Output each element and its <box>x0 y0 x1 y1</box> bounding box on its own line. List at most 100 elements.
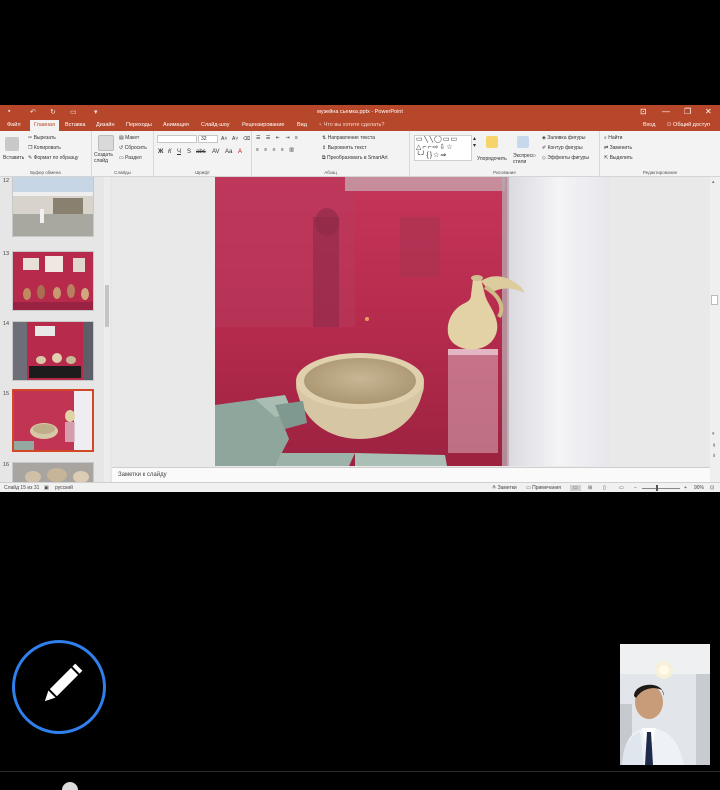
bullets-icon[interactable]: ☰ ☰ ⇤ ⇥ ≡ <box>256 135 300 141</box>
replace-button[interactable]: ⇄ Заменить <box>604 145 632 151</box>
tab-file[interactable]: Файл <box>7 122 21 128</box>
slide-thumbnail-14[interactable] <box>12 321 94 381</box>
cut-button[interactable]: ✂ Вырезать <box>28 135 56 141</box>
shrink-font-icon[interactable]: A˅ <box>232 136 238 142</box>
quick-styles-button[interactable]: Экспресс-стили <box>513 153 539 165</box>
slide-sorter-icon[interactable]: ⊞ <box>588 485 592 491</box>
slideshow-view-icon[interactable]: ▭ <box>619 485 624 491</box>
minimize-button[interactable]: — <box>662 107 670 116</box>
tab-design[interactable]: Дизайн <box>96 122 115 128</box>
quick-styles-icon[interactable] <box>517 136 529 148</box>
annotate-pencil-button[interactable] <box>12 640 106 734</box>
shape-effects-button[interactable]: ◇ Эффекты фигуры <box>542 155 589 161</box>
shape-outline-button[interactable]: ✐ Контур фигуры <box>542 145 583 151</box>
slide-thumbnail-15-selected[interactable] <box>12 389 94 452</box>
section-button[interactable]: ▭ Раздел <box>119 155 142 161</box>
zoom-out-icon[interactable]: − <box>634 485 637 491</box>
comments-toggle-button[interactable]: ▭ Примечания <box>526 485 561 491</box>
tab-view[interactable]: Вид <box>297 122 307 128</box>
signin-link[interactable]: Вход <box>643 122 655 128</box>
thumbnails-scroll-thumb[interactable] <box>105 285 109 327</box>
slide-thumbnail-12[interactable] <box>12 177 94 237</box>
italic-icon[interactable]: К <box>168 149 172 155</box>
align-text-icon: ⇕ <box>322 145 327 151</box>
paste-button[interactable]: Вставить <box>3 155 24 161</box>
normal-view-icon[interactable]: ▭ <box>570 485 581 491</box>
slide-thumbnail-13[interactable] <box>12 251 94 311</box>
format-painter-button[interactable]: ✎ Формат по образцу <box>28 155 78 161</box>
arrange-icon[interactable] <box>486 136 498 148</box>
grow-font-icon[interactable]: A˄ <box>221 136 227 142</box>
reset-button[interactable]: ↺ Сбросить <box>119 145 147 151</box>
thumbnails-scrollbar[interactable] <box>104 177 110 482</box>
character-spacing-icon[interactable]: AV <box>212 149 220 155</box>
copy-button[interactable]: ❐ Копировать <box>28 145 61 151</box>
tell-me-search[interactable]: ♀ Что вы хотите сделать? <box>318 122 384 128</box>
slide-scrollbar[interactable]: ▴ ▾ ⇞ ⇟ <box>710 177 720 482</box>
clear-formatting-icon[interactable]: ⌫ <box>243 136 250 142</box>
shape-outline-label: Контур фигуры <box>547 145 583 151</box>
maximize-button[interactable]: ❐ <box>684 107 691 116</box>
tab-review[interactable]: Рецензирование <box>242 122 284 128</box>
current-slide[interactable] <box>215 177 610 466</box>
align-icons[interactable]: ≡ ≡ ≡ ≡ ▥ <box>256 147 296 153</box>
ribbon-display-options-icon[interactable]: ⊡ <box>640 107 647 116</box>
section-label: Раздел <box>125 155 142 161</box>
tab-transitions[interactable]: Переходы <box>126 122 152 128</box>
bottom-home-indicator[interactable] <box>62 782 78 790</box>
spellcheck-icon[interactable]: ▣ <box>44 485 49 491</box>
scroll-up-icon[interactable]: ▴ <box>712 179 715 185</box>
new-slide-button[interactable]: Создать слайд <box>94 152 118 164</box>
share-button[interactable]: ⚇ Общий доступ <box>667 122 710 128</box>
zoom-in-icon[interactable]: + <box>684 485 687 491</box>
select-cursor-icon: ⇱ <box>604 155 609 161</box>
scroll-down-icon[interactable]: ▾ <box>712 431 715 437</box>
title-bar: ▪ ↶ ↻ ▭ ▾ музейна сьемка.pptx - PowerPoi… <box>0 105 720 119</box>
slide-scroll-thumb[interactable] <box>711 295 718 305</box>
tab-animations[interactable]: Анимация <box>163 122 189 128</box>
layout-button[interactable]: ▤ Макет <box>119 135 139 141</box>
change-case-icon[interactable]: Aa <box>225 149 232 155</box>
tab-home[interactable]: Главная <box>30 120 59 131</box>
bold-icon[interactable]: Ж <box>158 149 163 155</box>
find-label: Найти <box>608 135 623 141</box>
close-button[interactable]: ✕ <box>705 107 712 116</box>
effects-icon: ◇ <box>542 155 546 161</box>
zoom-level[interactable]: 90% <box>694 485 704 491</box>
ribbon: Вставить ✂ Вырезать ❐ Копировать ✎ Форма… <box>0 131 720 177</box>
shape-fill-button[interactable]: ◈ Заливка фигуры <box>542 135 585 141</box>
shapes-gallery-scroll-icon[interactable]: ▴ ▾ <box>473 135 476 149</box>
museum-exhibit-photo[interactable] <box>215 177 610 466</box>
tab-slideshow[interactable]: Слайд-шоу <box>201 122 230 128</box>
previous-slide-icon[interactable]: ⇞ <box>712 443 716 449</box>
shadow-icon[interactable]: S <box>187 149 191 155</box>
fit-slide-icon[interactable]: ⊡ <box>710 485 714 491</box>
notes-pane[interactable]: Заметки к слайду <box>112 467 710 483</box>
font-size-combo[interactable]: 32 <box>198 135 218 143</box>
language-indicator[interactable]: русский <box>55 485 73 491</box>
text-direction-button[interactable]: ⇅ Направление текста <box>322 135 375 141</box>
font-name-combo[interactable] <box>157 135 197 143</box>
arrange-button[interactable]: Упорядочить <box>477 156 507 162</box>
underline-icon[interactable]: Ч <box>177 149 181 155</box>
slide-thumbnail-16[interactable] <box>12 462 94 482</box>
align-text-button[interactable]: ⇕ Выровнять текст <box>322 145 367 151</box>
paragraph-group: ☰ ☰ ⇤ ⇥ ≡ ≡ ≡ ≡ ≡ ▥ ⇅ Направление текста… <box>252 131 410 176</box>
reading-view-icon[interactable]: ▯ <box>603 485 606 491</box>
font-color-icon[interactable]: A <box>238 149 242 155</box>
new-slide-icon[interactable] <box>98 135 114 151</box>
format-painter-label: Формат по образцу <box>33 155 79 161</box>
next-slide-icon[interactable]: ⇟ <box>712 453 716 459</box>
notes-toggle-button[interactable]: ≙ Заметки <box>492 485 517 491</box>
find-button[interactable]: ⌕ Найти <box>604 135 622 141</box>
select-button[interactable]: ⇱ Выделить <box>604 155 633 161</box>
smartart-button[interactable]: ⧉ Преобразовать в SmartArt <box>322 155 388 161</box>
tab-insert[interactable]: Вставка <box>65 122 85 128</box>
shapes-gallery[interactable]: ▭╲╲◯▭▭ △⌐⌐⇨⇩☆ ╰╯{}☆⇒ <box>414 135 472 161</box>
scissors-icon: ✂ <box>28 135 33 141</box>
zoom-slider-thumb[interactable] <box>656 485 658 491</box>
strikethrough-icon[interactable]: abc <box>196 149 206 155</box>
copy-icon: ❐ <box>28 145 33 151</box>
paste-icon[interactable] <box>5 137 19 151</box>
zoom-slider[interactable] <box>642 488 680 489</box>
